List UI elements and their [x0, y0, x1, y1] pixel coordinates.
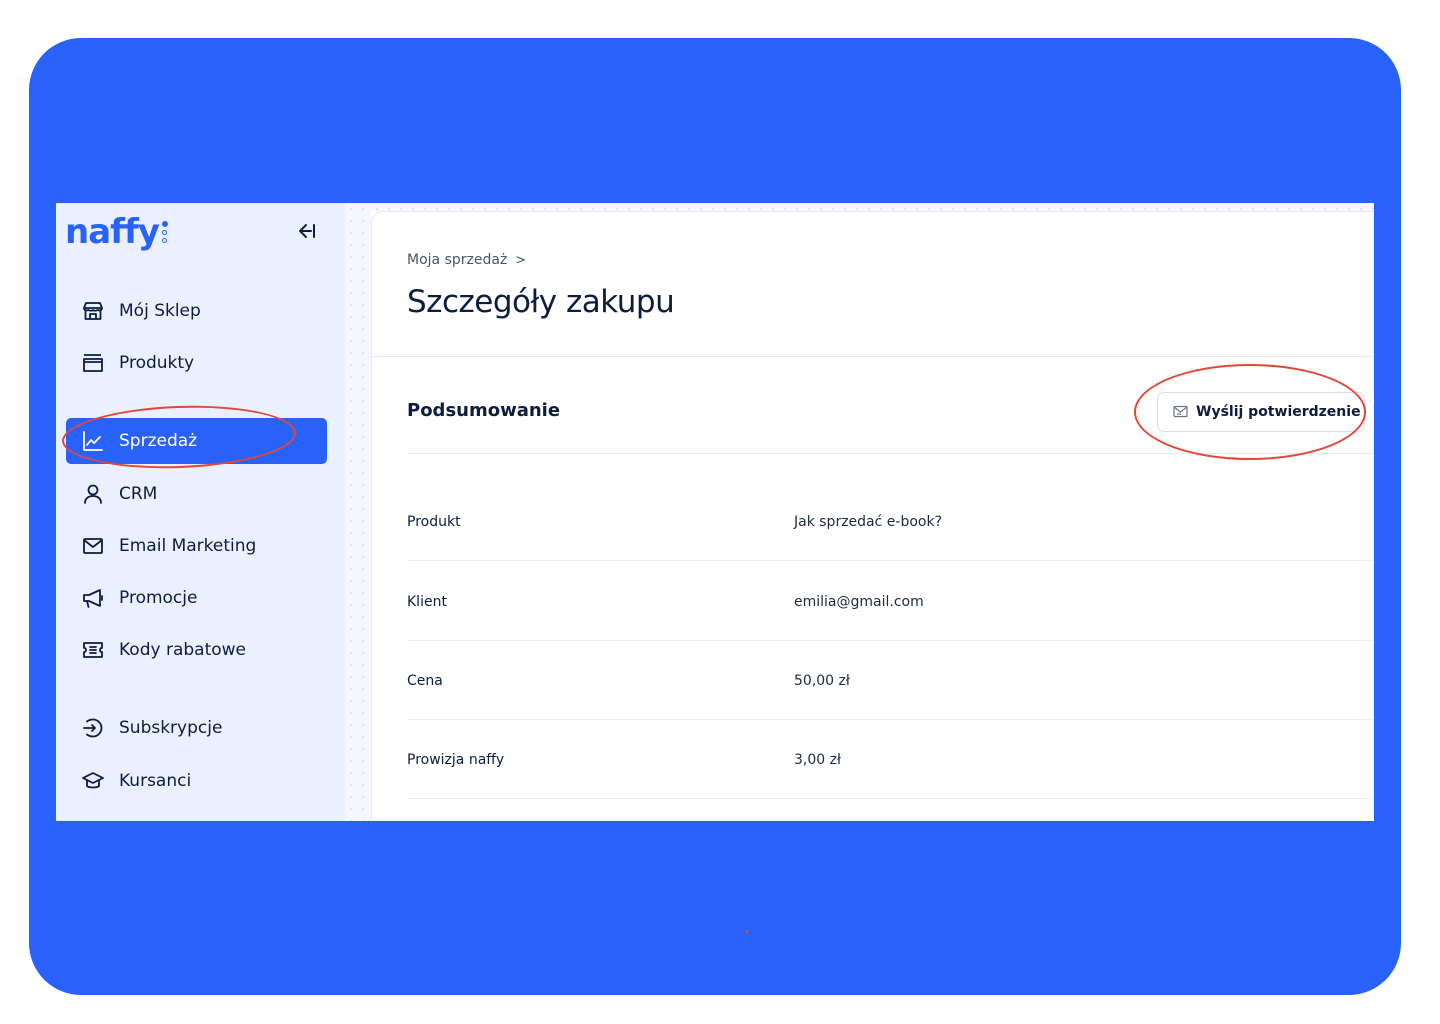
section-divider [407, 453, 1374, 454]
detail-label: Prowizja naffy [407, 751, 505, 768]
store-icon [80, 298, 106, 324]
header-divider [372, 356, 1374, 357]
collapse-left-icon[interactable] [292, 218, 318, 244]
user-icon [80, 481, 106, 507]
sidebar-item-promocje[interactable]: Promocje [66, 575, 327, 621]
ticket-icon [80, 637, 106, 663]
logo[interactable]: naffy [65, 208, 168, 256]
folder-icon [80, 350, 106, 376]
sidebar-item-label: CRM [119, 484, 158, 504]
app-screenshot: naffy Mój Sklep Produkty Sprzedaż CRM Em… [56, 203, 1374, 821]
detail-label: Cena [407, 672, 443, 689]
send-confirmation-label: Wyślij potwierdzenie [1196, 404, 1361, 420]
detail-row-klient: Klient emilia@gmail.com [407, 562, 1374, 641]
breadcrumb-separator: > [515, 252, 527, 268]
detail-value: emilia@gmail.com [794, 593, 924, 610]
mail-send-icon [1173, 403, 1188, 422]
main-panel: Moja sprzedaż > Szczegóły zakupu Podsumo… [371, 211, 1374, 821]
chart-line-icon [80, 428, 106, 454]
detail-value: 3,00 zł [794, 751, 841, 768]
dotted-background [345, 203, 371, 821]
sidebar-item-label: Subskrypcje [119, 718, 223, 738]
sidebar-item-label: Kursanci [119, 771, 192, 791]
logo-dots-icon [161, 221, 168, 243]
detail-value: Jak sprzedać e-book? [794, 513, 942, 530]
send-confirmation-button[interactable]: Wyślij potwierdzenie [1157, 392, 1365, 432]
breadcrumb-link[interactable]: Moja sprzedaż [407, 252, 507, 268]
sidebar-item-kody-rabatowe[interactable]: Kody rabatowe [66, 627, 327, 673]
detail-label: Klient [407, 593, 447, 610]
annotation-dot [745, 930, 748, 933]
sidebar-item-label: Produkty [119, 353, 195, 373]
sidebar-item-produkty[interactable]: Produkty [66, 340, 327, 386]
sidebar-item-label: Sprzedaż [119, 431, 198, 451]
sidebar-item-sprzedaz[interactable]: Sprzedaż [66, 418, 327, 464]
dotted-background-top [371, 203, 1374, 211]
sidebar: naffy Mój Sklep Produkty Sprzedaż CRM Em… [56, 203, 345, 821]
sidebar-item-subskrypcje[interactable]: Subskrypcje [66, 705, 327, 751]
detail-value: 50,00 zł [794, 672, 850, 689]
sidebar-item-kursanci[interactable]: Kursanci [66, 758, 327, 804]
sidebar-item-label: Email Marketing [119, 536, 257, 556]
graduation-cap-icon [80, 768, 106, 794]
detail-row-cena: Cena 50,00 zł [407, 641, 1374, 720]
mail-icon [80, 533, 106, 559]
breadcrumb: Moja sprzedaż > [407, 252, 526, 268]
detail-row-prowizja: Prowizja naffy 3,00 zł [407, 720, 1374, 799]
logo-text: naffy [65, 212, 160, 252]
section-title: Podsumowanie [407, 400, 561, 421]
subscription-icon [80, 715, 106, 741]
sidebar-item-label: Kody rabatowe [119, 640, 247, 660]
detail-row-produkt: Produkt Jak sprzedać e-book? [407, 482, 1374, 561]
sidebar-item-label: Mój Sklep [119, 301, 201, 321]
sidebar-item-email-marketing[interactable]: Email Marketing [66, 523, 327, 569]
detail-label: Produkt [407, 513, 461, 530]
sidebar-item-label: Promocje [119, 588, 198, 608]
page-title: Szczegóły zakupu [407, 284, 675, 320]
sidebar-item-crm[interactable]: CRM [66, 471, 327, 517]
megaphone-icon [80, 585, 106, 611]
sidebar-item-moj-sklep[interactable]: Mój Sklep [66, 288, 327, 334]
